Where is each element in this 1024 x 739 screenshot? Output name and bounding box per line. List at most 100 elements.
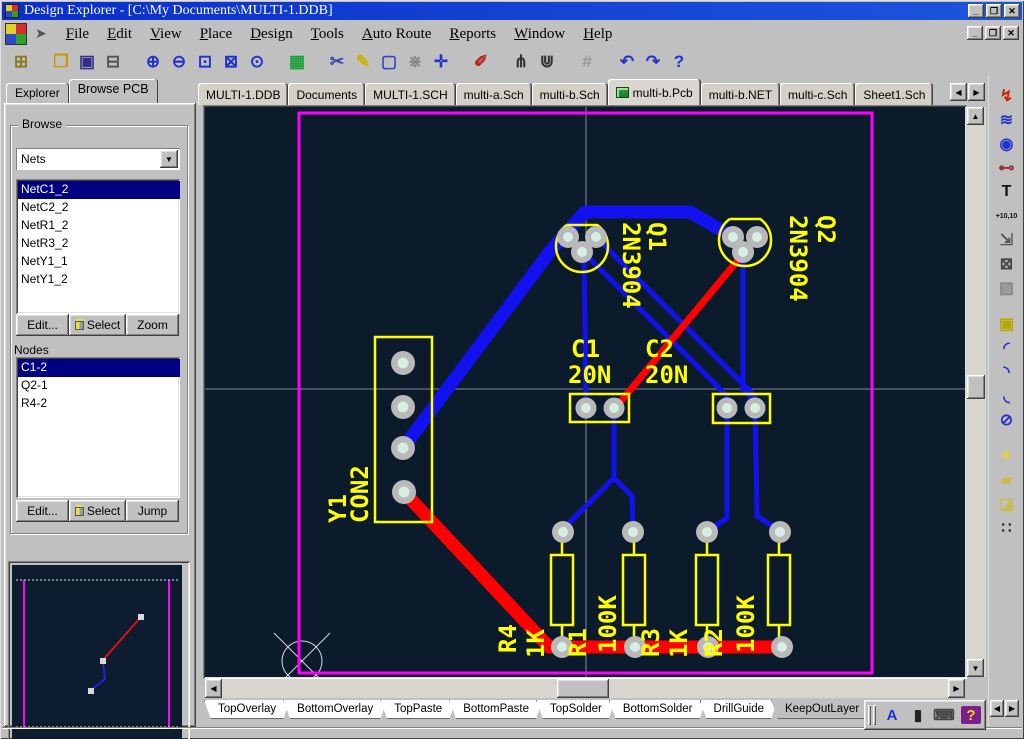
- document-tab[interactable]: multi-b.Pcb: [608, 79, 701, 105]
- net-select-button[interactable]: Select: [69, 314, 126, 336]
- node-list-item[interactable]: R4-2: [18, 395, 180, 413]
- horizontal-scrollbar[interactable]: ◀ ▶: [205, 679, 965, 698]
- scroll-down-button[interactable]: ▼: [967, 659, 984, 677]
- polygon-rebuild-icon[interactable]: ⋓: [534, 51, 560, 73]
- layer-tab[interactable]: TopOverlay: [204, 700, 290, 719]
- net-list-item[interactable]: NetC2_2: [18, 199, 180, 217]
- menu-item[interactable]: Edit: [98, 24, 141, 45]
- restore-button[interactable]: ❐: [986, 4, 1002, 18]
- browse-mode-dropdown[interactable]: Nets ▼: [16, 148, 180, 170]
- layer-tab[interactable]: DrillGuide: [700, 700, 779, 719]
- net-list-item[interactable]: NetC1_2: [18, 181, 180, 199]
- doc-tab-scroll-left-button[interactable]: ◀: [950, 83, 967, 101]
- open-document-icon[interactable]: ❒: [48, 51, 74, 73]
- keyboard-icon[interactable]: ⌨: [932, 704, 956, 726]
- arc-angle-icon[interactable]: ◟: [994, 384, 1020, 408]
- zoom-out-icon[interactable]: ⊖: [166, 51, 192, 73]
- menu-item[interactable]: Auto Route: [353, 24, 441, 45]
- net-zoom-button[interactable]: Zoom: [126, 314, 179, 336]
- chevron-down-icon[interactable]: ▼: [160, 150, 178, 168]
- layer-tab[interactable]: BottomSolder: [609, 700, 707, 719]
- net-list-item[interactable]: NetR1_2: [18, 217, 180, 235]
- minimize-button[interactable]: _: [968, 4, 984, 18]
- menu-item[interactable]: Window: [505, 24, 574, 45]
- highlight-icon[interactable]: ✎: [350, 51, 376, 73]
- redo-icon[interactable]: ↷: [640, 51, 666, 73]
- move-icon[interactable]: ✛: [428, 51, 454, 73]
- split-plane-icon[interactable]: ◪: [994, 492, 1020, 516]
- zoom-in-icon[interactable]: ⊕: [140, 51, 166, 73]
- layer-scroll-right-button[interactable]: ▶: [1005, 700, 1019, 717]
- net-edit-button[interactable]: Edit...: [16, 314, 69, 336]
- component-icon[interactable]: ▣: [994, 312, 1020, 336]
- app-logo-icon[interactable]: [5, 23, 27, 45]
- net-list-item[interactable]: NetY1_2: [18, 271, 180, 289]
- node-list-item[interactable]: C1-2: [18, 359, 180, 377]
- find-text-icon[interactable]: A: [880, 704, 904, 726]
- menu-item[interactable]: File: [57, 24, 98, 45]
- child-close-button[interactable]: ✕: [1003, 26, 1019, 40]
- document-tab[interactable]: multi-b.NET: [701, 83, 780, 105]
- scroll-up-button[interactable]: ▲: [967, 107, 984, 125]
- select-area-icon[interactable]: ▢: [376, 51, 402, 73]
- print-icon[interactable]: ⊟: [100, 51, 126, 73]
- down-arrow-icon[interactable]: ➤: [35, 26, 47, 43]
- save-icon[interactable]: ▣: [74, 51, 100, 73]
- layer-tab[interactable]: KeepOutLayer: [771, 700, 873, 719]
- board-preview[interactable]: [8, 561, 190, 739]
- undo-icon[interactable]: ↶: [614, 51, 640, 73]
- multiple-traces-icon[interactable]: ≋: [994, 108, 1020, 132]
- layer-tab[interactable]: TopPaste: [380, 700, 456, 719]
- vertical-scrollbar[interactable]: ▲ ▼: [966, 107, 986, 677]
- close-button[interactable]: ✕: [1004, 4, 1020, 18]
- coordinate-icon[interactable]: +10,10: [994, 204, 1020, 228]
- document-tab[interactable]: multi-c.Sch: [780, 83, 855, 105]
- toolbar-grip[interactable]: [868, 705, 871, 725]
- document-tab[interactable]: MULTI-1.SCH: [365, 83, 455, 105]
- zoom-window-icon[interactable]: ⊡: [192, 51, 218, 73]
- full-circle-icon[interactable]: ⊘: [994, 408, 1020, 432]
- zoom-select-icon[interactable]: ⊠: [218, 51, 244, 73]
- arc-edge-icon[interactable]: ◜: [994, 336, 1020, 360]
- contrast-icon[interactable]: ▮: [906, 704, 930, 726]
- scroll-left-button[interactable]: ◀: [205, 679, 222, 698]
- menu-item[interactable]: Place: [191, 24, 241, 45]
- node-list-item[interactable]: Q2-1: [18, 377, 180, 395]
- net-list-item[interactable]: NetY1_1: [18, 253, 180, 271]
- layer-tab[interactable]: TopSolder: [536, 700, 616, 719]
- document-tab[interactable]: Documents: [288, 83, 365, 105]
- document-tab[interactable]: multi-a.Sch: [456, 83, 532, 105]
- menu-item[interactable]: Help: [574, 24, 621, 45]
- cleanup-tracks-icon[interactable]: ✂: [324, 51, 350, 73]
- string-text-icon[interactable]: T: [994, 180, 1020, 204]
- board-view-icon[interactable]: ▦: [284, 51, 310, 73]
- document-tab[interactable]: MULTI-1.DDB: [198, 83, 288, 105]
- document-tab[interactable]: multi-b.Sch: [532, 83, 608, 105]
- polygon-shield-icon[interactable]: ⋔: [508, 51, 534, 73]
- child-restore-button[interactable]: ❐: [985, 26, 1001, 40]
- panel-tab[interactable]: Browse PCB: [69, 79, 158, 104]
- node-select-button[interactable]: Select: [69, 500, 126, 522]
- panel-tab[interactable]: Explorer: [6, 83, 69, 104]
- net-list-item[interactable]: NetR3_2: [18, 235, 180, 253]
- document-tab[interactable]: Sheet1.Sch: [855, 83, 933, 105]
- fill-hatched-icon[interactable]: ▨: [994, 276, 1020, 300]
- polygon-plane-icon[interactable]: ▰: [994, 468, 1020, 492]
- horizontal-scroll-thumb[interactable]: [557, 679, 609, 698]
- pad-icon[interactable]: ⊷: [994, 156, 1020, 180]
- dimension-icon[interactable]: ⇲: [994, 228, 1020, 252]
- via-icon[interactable]: ◉: [994, 132, 1020, 156]
- pcb-canvas[interactable]: C1 20N C2 20N Q1 2N3904 Q2 2N3904 Y1 CON…: [205, 107, 965, 677]
- help-icon[interactable]: ?: [666, 51, 692, 73]
- scroll-right-button[interactable]: ▶: [948, 679, 965, 698]
- interactive-routing-icon[interactable]: ↯: [994, 84, 1020, 108]
- toolbar-grip[interactable]: [873, 705, 876, 725]
- pad-array-icon[interactable]: ∷: [994, 516, 1020, 540]
- keepout-icon[interactable]: ⊠: [994, 252, 1020, 276]
- child-minimize-button[interactable]: _: [967, 26, 983, 40]
- layer-scroll-left-button[interactable]: ◀: [990, 700, 1004, 717]
- help-book-icon[interactable]: ?: [961, 706, 981, 724]
- vertical-scroll-thumb[interactable]: [967, 375, 985, 399]
- menu-item[interactable]: Design: [241, 24, 302, 45]
- wizard-wand-icon[interactable]: ✐: [468, 51, 494, 73]
